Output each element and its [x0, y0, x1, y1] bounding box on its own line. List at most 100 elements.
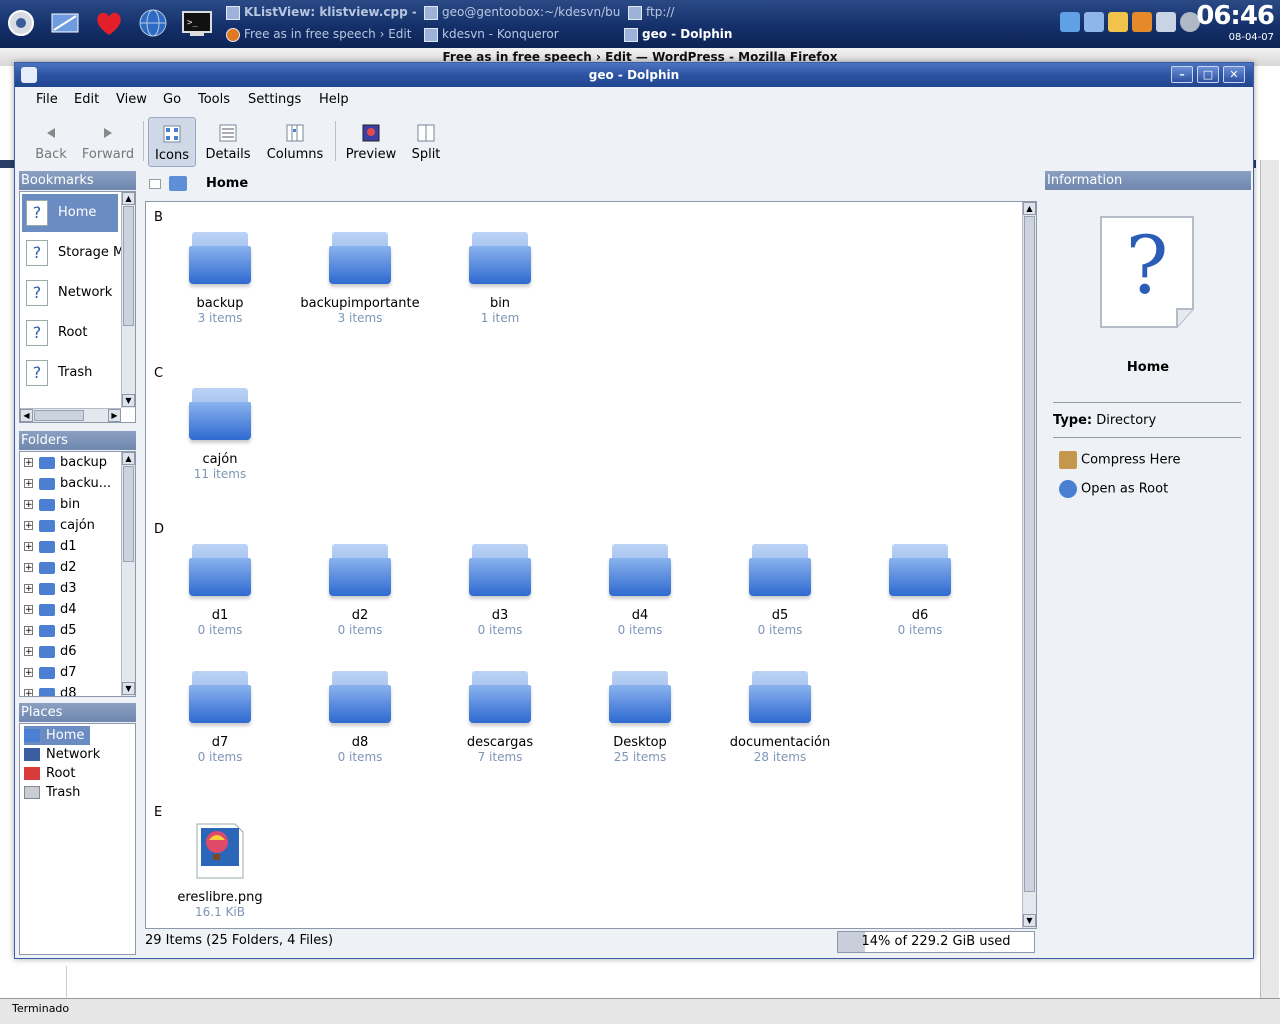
- folder-tree-item[interactable]: + d1: [24, 536, 77, 557]
- scroll-down-icon[interactable]: ▼: [122, 682, 135, 695]
- expand-icon[interactable]: +: [24, 647, 33, 657]
- bookmark-home[interactable]: ? Home: [22, 194, 118, 232]
- scroll-left-icon[interactable]: ◀: [20, 409, 33, 422]
- back-button[interactable]: Back: [29, 117, 73, 167]
- file-item[interactable]: Desktop 25 items: [570, 669, 710, 764]
- scroll-down-icon[interactable]: ▼: [1023, 914, 1036, 927]
- bookmark-storage-media[interactable]: ?Storage Media: [22, 234, 135, 272]
- info-panel-title[interactable]: Information: [1045, 171, 1251, 190]
- file-item[interactable]: backup 3 items: [150, 230, 290, 325]
- place-home[interactable]: Home: [24, 726, 91, 745]
- file-item[interactable]: d4 0 items: [570, 542, 710, 637]
- place-root[interactable]: Root: [24, 764, 75, 783]
- menu-view[interactable]: View: [116, 92, 147, 107]
- expand-icon[interactable]: +: [24, 563, 33, 573]
- file-item[interactable]: cajón 11 items: [150, 386, 290, 481]
- folder-tree-item[interactable]: + d5: [24, 620, 77, 641]
- kmenu-gear-icon[interactable]: [4, 6, 38, 40]
- scroll-thumb[interactable]: [1024, 216, 1035, 892]
- forward-button[interactable]: Forward: [77, 117, 139, 167]
- details-view-button[interactable]: Details: [201, 117, 255, 167]
- scroll-right-icon[interactable]: ▶: [108, 409, 121, 422]
- task-kate[interactable]: KListView: klistview.cpp - Kate: [226, 2, 416, 22]
- file-view-vscrollbar[interactable]: ▲ ▼: [1022, 202, 1036, 928]
- bookmarks-hscrollbar[interactable]: ◀ ▶: [20, 408, 121, 422]
- bookmarks-vscrollbar[interactable]: ▲ ▼: [121, 192, 135, 408]
- minimize-button[interactable]: –: [1171, 66, 1193, 83]
- task-firefox[interactable]: Free as in free speech › Edit —: [226, 24, 416, 44]
- task-konqueror[interactable]: kdesvn - Konqueror: [424, 24, 620, 44]
- scroll-thumb[interactable]: [123, 206, 134, 326]
- file-item[interactable]: backupimportante 3 items: [290, 230, 430, 325]
- firefox-scrollbar[interactable]: [1260, 160, 1279, 1000]
- expand-icon[interactable]: +: [24, 479, 33, 489]
- menu-go[interactable]: Go: [163, 92, 181, 107]
- kde-tray-icon[interactable]: [1060, 12, 1080, 32]
- edit-location-toggle[interactable]: [149, 179, 161, 189]
- file-item[interactable]: documentación 28 items: [710, 669, 850, 764]
- folder-tree-item[interactable]: + backup: [24, 452, 107, 473]
- klipper-tray-icon[interactable]: [1108, 12, 1128, 32]
- file-item[interactable]: d7 0 items: [150, 669, 290, 764]
- expand-icon[interactable]: +: [24, 668, 33, 678]
- open-as-root-action[interactable]: Open as Root: [1059, 480, 1168, 498]
- columns-view-button[interactable]: Columns: [261, 117, 329, 167]
- task-ftp[interactable]: ftp://: [628, 2, 728, 22]
- folder-tree-item[interactable]: + d8: [24, 683, 77, 696]
- hscroll-thumb[interactable]: [34, 410, 84, 421]
- menu-edit[interactable]: Edit: [74, 92, 99, 107]
- scroll-thumb[interactable]: [123, 466, 134, 562]
- expand-icon[interactable]: +: [24, 626, 33, 636]
- maximize-button[interactable]: □: [1197, 66, 1219, 83]
- file-item[interactable]: d2 0 items: [290, 542, 430, 637]
- file-item[interactable]: descargas 7 items: [430, 669, 570, 764]
- menu-file[interactable]: File: [36, 92, 58, 107]
- home-icon[interactable]: [169, 176, 187, 191]
- place-network[interactable]: Network: [24, 745, 100, 764]
- folder-tree-item[interactable]: + d2: [24, 557, 77, 578]
- terminal-icon[interactable]: >_: [180, 6, 214, 40]
- desktop-icon[interactable]: [48, 6, 82, 40]
- close-button[interactable]: ✕: [1223, 66, 1245, 83]
- scroll-up-icon[interactable]: ▲: [122, 452, 135, 465]
- file-item[interactable]: d8 0 items: [290, 669, 430, 764]
- menu-settings[interactable]: Settings: [248, 92, 301, 107]
- split-button[interactable]: Split: [405, 117, 447, 167]
- expand-icon[interactable]: +: [24, 458, 33, 468]
- folder-tree-item[interactable]: + d4: [24, 599, 77, 620]
- expand-icon[interactable]: +: [24, 500, 33, 510]
- expand-icon[interactable]: +: [24, 689, 33, 696]
- task-dolphin[interactable]: geo - Dolphin: [624, 24, 734, 44]
- expand-icon[interactable]: +: [24, 542, 33, 552]
- heart-icon[interactable]: [92, 6, 126, 40]
- expand-icon[interactable]: +: [24, 605, 33, 615]
- scroll-up-icon[interactable]: ▲: [1023, 202, 1036, 215]
- expand-icon[interactable]: +: [24, 521, 33, 531]
- bookmark-root[interactable]: ? Root: [22, 314, 118, 352]
- scroll-up-icon[interactable]: ▲: [122, 192, 135, 205]
- places-panel-title[interactable]: Places: [19, 703, 136, 722]
- folder-tray-icon[interactable]: [1156, 12, 1176, 32]
- folder-tree-item[interactable]: + bin: [24, 494, 80, 515]
- breadcrumb-home[interactable]: Home: [206, 176, 248, 191]
- compress-here-action[interactable]: Compress Here: [1059, 451, 1181, 469]
- place-trash[interactable]: Trash: [24, 783, 80, 802]
- window-titlebar[interactable]: geo - Dolphin – □ ✕: [15, 63, 1253, 87]
- file-item[interactable]: d6 0 items: [850, 542, 990, 637]
- folders-vscrollbar[interactable]: ▲ ▼: [121, 452, 135, 696]
- network-tray-icon[interactable]: [1084, 12, 1104, 32]
- icons-view-button[interactable]: Icons: [148, 117, 196, 167]
- file-item[interactable]: bin 1 item: [430, 230, 570, 325]
- menu-help[interactable]: Help: [319, 92, 349, 107]
- bookmark-trash[interactable]: ? Trash: [22, 354, 118, 392]
- bookmarks-panel-title[interactable]: Bookmarks: [19, 171, 136, 190]
- folder-tree-item[interactable]: + d3: [24, 578, 77, 599]
- akregator-tray-icon[interactable]: [1132, 12, 1152, 32]
- folder-tree-item[interactable]: + d7: [24, 662, 77, 683]
- preview-button[interactable]: Preview: [341, 117, 401, 167]
- folder-tree-item[interactable]: + backu...: [24, 473, 111, 494]
- task-terminal[interactable]: geo@gentoobox:~/kdesvn/build: [424, 2, 620, 22]
- folders-panel-title[interactable]: Folders: [19, 431, 136, 450]
- file-item[interactable]: d5 0 items: [710, 542, 850, 637]
- bookmark-network[interactable]: ? Network: [22, 274, 118, 312]
